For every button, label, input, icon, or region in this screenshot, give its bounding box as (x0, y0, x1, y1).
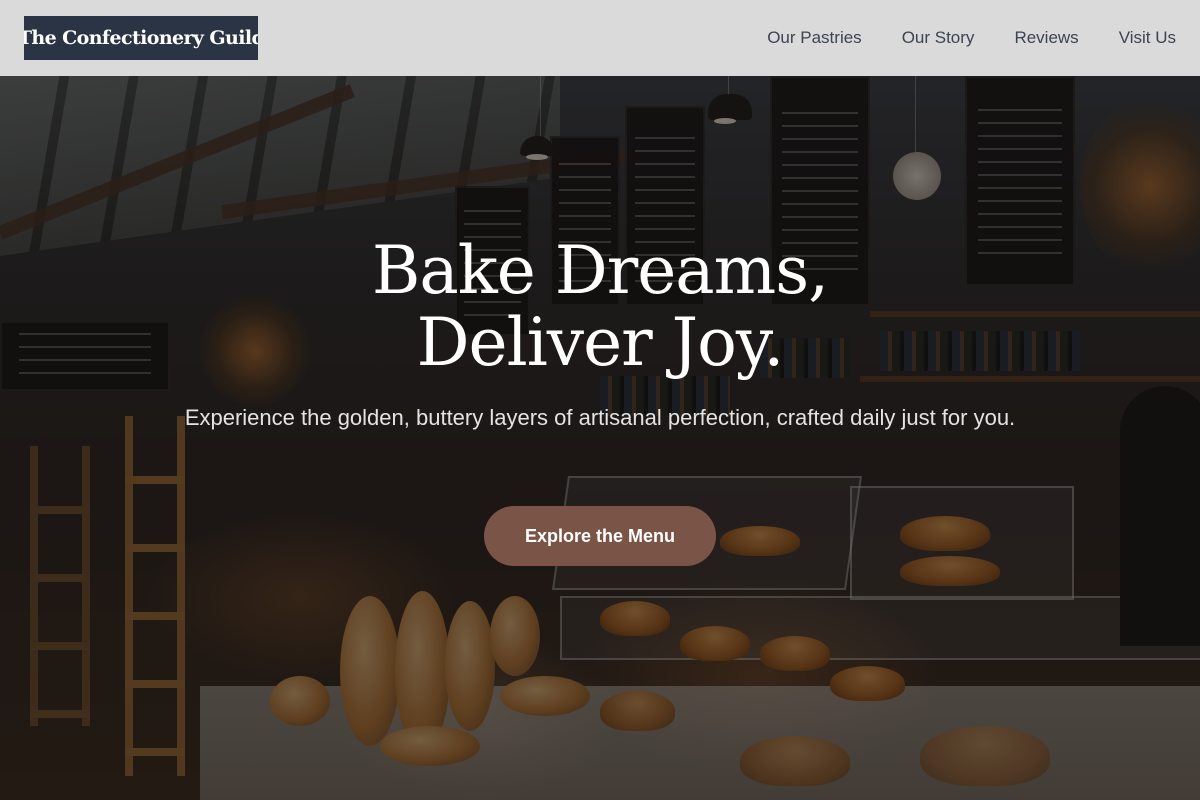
nav-link-our-pastries[interactable]: Our Pastries (767, 28, 861, 48)
hero-title: Bake Dreams, Deliver Joy. (0, 235, 1200, 379)
nav-link-reviews[interactable]: Reviews (1014, 28, 1078, 48)
nav-link-visit-us[interactable]: Visit Us (1119, 28, 1176, 48)
explore-menu-button[interactable]: Explore the Menu (484, 506, 716, 566)
hero-title-line: Deliver Joy. (416, 304, 785, 381)
hero-title-line: Bake Dreams, (371, 232, 829, 309)
site-header: The Confectionery Guild Our Pastries Our… (0, 0, 1200, 76)
nav-link-our-story[interactable]: Our Story (902, 28, 975, 48)
hero-section: Bake Dreams, Deliver Joy. Experience the… (0, 76, 1200, 800)
site-logo[interactable]: The Confectionery Guild (24, 16, 258, 60)
main-nav: Our Pastries Our Story Reviews Visit Us (767, 0, 1176, 76)
hero-subtitle: Experience the golden, buttery layers of… (184, 405, 1016, 430)
landing-page: The Confectionery Guild Our Pastries Our… (0, 0, 1200, 800)
